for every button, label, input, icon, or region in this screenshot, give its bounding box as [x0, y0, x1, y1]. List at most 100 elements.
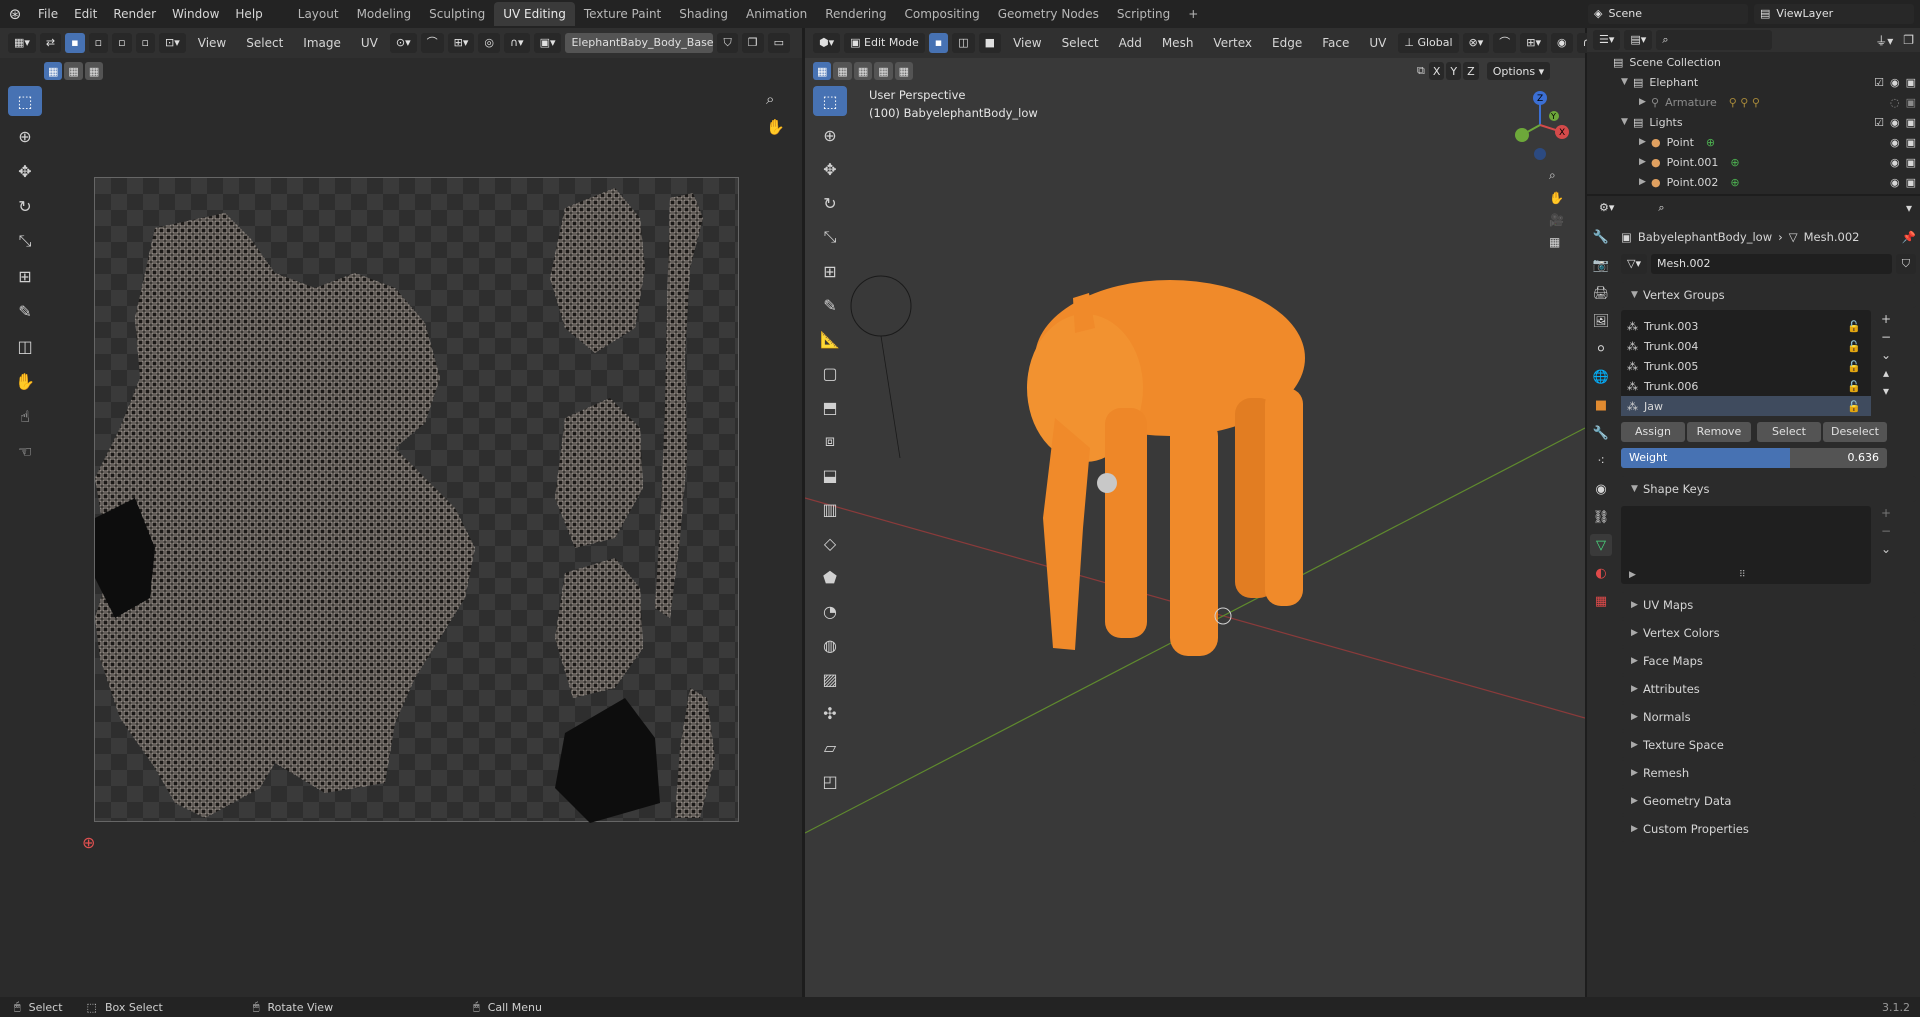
vp-zoom-icon[interactable]: ⌕	[1549, 168, 1564, 183]
pinch-tool-icon[interactable]: ☜	[8, 436, 42, 466]
uv-image-canvas[interactable]	[94, 177, 739, 823]
pan-hand-icon[interactable]: ✋	[766, 118, 785, 136]
menu-window[interactable]: Window	[164, 0, 227, 28]
menu-help[interactable]: Help	[227, 0, 270, 28]
menu-render[interactable]: Render	[105, 0, 164, 28]
menu-edit[interactable]: Edit	[66, 0, 105, 28]
render-icon[interactable]: ▣	[1906, 116, 1916, 129]
tab-modeling[interactable]: Modeling	[348, 2, 421, 26]
expand-icon[interactable]: ▼	[1621, 77, 1633, 87]
physics-tab-icon[interactable]: ◉	[1590, 478, 1612, 500]
object-tab-icon[interactable]: ■	[1590, 394, 1612, 416]
outliner-row-point-001[interactable]: ▶ ● Point.001 ⊕ ◉ ▣	[1613, 152, 1920, 172]
vertex-group-item[interactable]: ⁂ Trunk.003 🔓	[1621, 316, 1871, 336]
list-resize-icon[interactable]: ⠿	[1739, 570, 1746, 580]
pivot-icon[interactable]: ⊙▾	[389, 33, 417, 53]
vp-move-icon[interactable]: ✥	[813, 154, 847, 184]
snap-target-icon[interactable]: ⊞▾	[447, 33, 475, 53]
remove-shape-key-icon[interactable]: −	[1881, 524, 1891, 538]
knife-icon[interactable]: ◇	[813, 528, 847, 558]
expand-icon[interactable]: ▶	[1639, 177, 1651, 187]
visibility-icon[interactable]: ◉	[1890, 136, 1900, 149]
inset-icon[interactable]: ⧈	[813, 426, 847, 456]
poly-build-icon[interactable]: ⬟	[813, 562, 847, 592]
add-shape-key-icon[interactable]: +	[1881, 506, 1891, 520]
uv-menu-uv[interactable]: UV	[353, 28, 386, 58]
face-select-icon[interactable]: ▫	[112, 33, 132, 53]
rip-region-icon[interactable]: ◰	[813, 766, 847, 796]
falloff-icon[interactable]: ∩▾	[503, 33, 530, 53]
select-box-tool-icon[interactable]: ⬚	[8, 86, 42, 116]
bevel-icon[interactable]: ⬓	[813, 460, 847, 490]
sticky-select-icon[interactable]: ⊡▾	[159, 33, 186, 53]
uv-sync-icon[interactable]: ⇄	[39, 33, 62, 53]
lock-icon[interactable]: 🔓	[1847, 380, 1861, 393]
smooth-icon[interactable]: ◍	[813, 630, 847, 660]
vp-pan-icon[interactable]: ✋	[1549, 191, 1564, 205]
uv-menu-select[interactable]: Select	[238, 28, 291, 58]
vp-transform-icon[interactable]: ⊞	[813, 256, 847, 286]
outliner-search-field[interactable]: ⌕	[1656, 30, 1773, 50]
weight-slider[interactable]: Weight 0.636	[1621, 448, 1887, 468]
proportional-edit-icon[interactable]: ◎	[478, 33, 500, 53]
tab-compositing[interactable]: Compositing	[895, 2, 988, 26]
list-filter-icon[interactable]: ▶	[1629, 570, 1636, 580]
vp-scale-icon[interactable]: ⤡	[813, 222, 847, 252]
visibility-icon[interactable]: ◌	[1890, 96, 1900, 109]
properties-type-icon[interactable]: ⚙▾	[1593, 198, 1621, 218]
checkbox-icon[interactable]: ☑	[1874, 116, 1884, 129]
transform-tool-icon[interactable]: ⊞	[8, 261, 42, 291]
tab-sculpting[interactable]: Sculpting	[420, 2, 494, 26]
properties-options-icon[interactable]: ▾	[1906, 201, 1920, 215]
select-subtract-icon[interactable]: ▦	[84, 62, 104, 80]
snap-icon[interactable]: ⌒	[420, 33, 444, 53]
blender-logo-icon[interactable]: ⊛	[0, 5, 30, 23]
expand-icon[interactable]: ▶	[1639, 157, 1651, 167]
loop-cut-icon[interactable]: ▥	[813, 494, 847, 524]
select-new-icon[interactable]: ▦	[44, 62, 63, 80]
vertex-group-item-active[interactable]: ⁂ Jaw 🔓	[1621, 396, 1871, 416]
tool-tab-icon[interactable]: 🔧	[1590, 226, 1612, 248]
image-browse-icon[interactable]: ▣▾	[533, 33, 562, 53]
expand-icon[interactable]: ▶	[1639, 137, 1651, 147]
ortho-toggle-icon[interactable]: ▦	[1549, 235, 1564, 249]
lock-icon[interactable]: 🔓	[1847, 400, 1861, 413]
view-layer-selector[interactable]: ▤ ViewLayer	[1754, 4, 1914, 24]
tab-animation[interactable]: Animation	[737, 2, 816, 26]
rotate-tool-icon[interactable]: ↻	[8, 191, 42, 221]
edge-slide-icon[interactable]: ▨	[813, 664, 847, 694]
image-name-field[interactable]: ElephantBaby_Body_Base_color.png	[565, 33, 714, 53]
outliner-row-point-002[interactable]: ▶ ● Point.002 ⊕ ◉ ▣	[1613, 172, 1920, 192]
uv-maps-panel-header[interactable]: ▶ UV Maps	[1621, 592, 1916, 618]
filter-icon[interactable]: ⏚▾	[1875, 32, 1893, 49]
editor-type-icon[interactable]: ▦▾	[8, 33, 36, 53]
menu-file[interactable]: File	[30, 0, 66, 28]
vertex-group-menu-icon[interactable]: ⌄	[1881, 348, 1891, 362]
texture-space-panel-header[interactable]: ▶ Texture Space	[1621, 732, 1916, 758]
select-button[interactable]: Select	[1757, 422, 1821, 442]
vertex-groups-panel-header[interactable]: ▼ Vertex Groups	[1621, 282, 1916, 308]
view-layer-tab-icon[interactable]: 🖼	[1590, 310, 1612, 332]
outliner-row-elephant[interactable]: ▼ ▤ Elephant ☑ ◉ ▣	[1613, 72, 1920, 92]
add-cube-icon[interactable]: ▢	[813, 358, 847, 388]
visibility-icon[interactable]: ◉	[1890, 156, 1900, 169]
particles-tab-icon[interactable]: ⁖	[1590, 450, 1612, 472]
open-image-icon[interactable]: ▭	[767, 33, 791, 53]
shape-keys-panel-header[interactable]: ▼ Shape Keys	[1621, 476, 1916, 502]
move-down-icon[interactable]: ▾	[1883, 384, 1889, 398]
add-workspace-icon[interactable]: +	[1179, 2, 1207, 26]
vp-measure-icon[interactable]: 📐	[813, 324, 847, 354]
outliner-type-icon[interactable]: ☰▾	[1593, 30, 1621, 50]
cursor-tool-icon[interactable]: ⊕	[8, 121, 42, 151]
outliner-row-armature[interactable]: ▶ ⚲ Armature ⚲ ⚲ ⚲ ◌ ▣	[1613, 92, 1920, 112]
attributes-panel-header[interactable]: ▶ Attributes	[1621, 676, 1916, 702]
grab-tool-icon[interactable]: ✋	[8, 366, 42, 396]
vp-annotate-icon[interactable]: ✎	[813, 290, 847, 320]
display-mode-icon[interactable]: ▤▾	[1624, 30, 1653, 50]
shape-key-menu-icon[interactable]: ⌄	[1881, 542, 1891, 556]
visibility-icon[interactable]: ◉	[1890, 176, 1900, 189]
custom-properties-panel-header[interactable]: ▶ Custom Properties	[1621, 816, 1916, 842]
vp-select-box-icon[interactable]: ⬚	[813, 86, 847, 116]
outliner-row-point[interactable]: ▶ ● Point ⊕ ◉ ▣	[1613, 132, 1920, 152]
uv-menu-view[interactable]: View	[190, 28, 234, 58]
